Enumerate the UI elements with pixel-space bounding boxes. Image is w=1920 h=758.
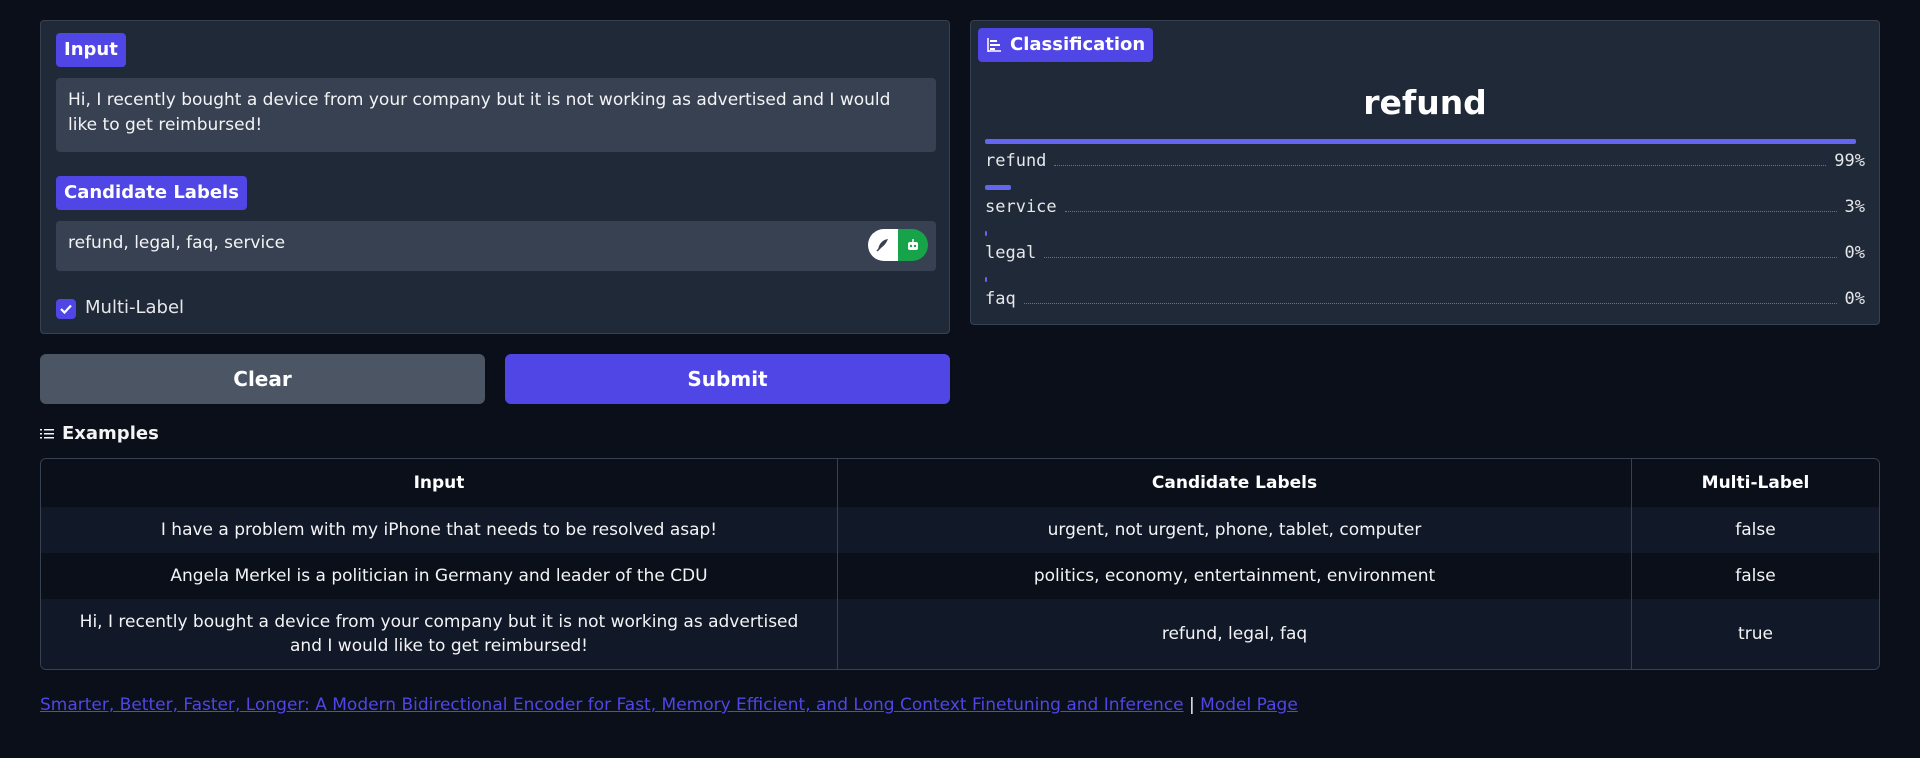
classification-panel: Classification refund refund 99% service… — [970, 20, 1880, 325]
confidence-row: faq 0% — [985, 277, 1865, 323]
checkmark-icon — [60, 304, 72, 315]
paper-link[interactable]: Smarter, Better, Faster, Longer: A Moder… — [40, 695, 1184, 715]
submit-button[interactable]: Submit — [505, 354, 950, 404]
examples-header: Examples — [40, 423, 159, 444]
example-labels-cell[interactable]: politics, economy, entertainment, enviro… — [838, 553, 1632, 599]
confidence-value: 99% — [1834, 151, 1865, 171]
example-labels-cell[interactable]: refund, legal, faq — [838, 599, 1632, 669]
example-multilabel-cell[interactable]: false — [1632, 507, 1879, 553]
list-icon — [40, 428, 54, 438]
footer-separator: | — [1189, 695, 1195, 715]
confidence-bar — [985, 231, 987, 236]
column-header-candidate-labels: Candidate Labels — [838, 459, 1632, 507]
classification-tag-label: Classification — [1010, 34, 1146, 55]
confidence-bar — [985, 139, 1857, 144]
example-labels-cell[interactable]: urgent, not urgent, phone, tablet, compu… — [838, 507, 1632, 553]
example-row[interactable]: Hi, I recently bought a device from your… — [41, 599, 1879, 669]
example-input-cell[interactable]: Angela Merkel is a politician in Germany… — [41, 553, 838, 599]
confidence-bar — [985, 277, 987, 282]
candidate-labels-value: refund, legal, faq, service — [68, 233, 286, 253]
candidate-labels-tag: Candidate Labels — [56, 176, 247, 210]
confidence-label: service — [985, 197, 1057, 217]
confidence-row: legal 0% — [985, 231, 1865, 277]
example-multilabel-cell[interactable]: false — [1632, 553, 1879, 599]
model-page-link[interactable]: Model Page — [1200, 695, 1298, 715]
examples-table: Input Candidate Labels Multi-Label I hav… — [40, 458, 1880, 670]
feather-icon[interactable] — [868, 229, 898, 261]
example-row[interactable]: I have a problem with my iPhone that nee… — [41, 507, 1879, 553]
mode-toggle[interactable] — [868, 229, 928, 261]
confidence-bar — [985, 185, 1012, 190]
confidence-value: 3% — [1844, 197, 1865, 217]
confidence-label: faq — [985, 289, 1016, 309]
multi-label-text: Multi-Label — [85, 297, 185, 318]
column-header-input: Input — [41, 459, 838, 507]
example-multilabel-cell[interactable]: true — [1632, 599, 1879, 669]
bar-chart-icon — [987, 38, 1001, 52]
confidence-label: legal — [985, 243, 1037, 263]
top-label: refund — [1363, 83, 1487, 122]
confidence-label: refund — [985, 151, 1047, 171]
confidence-row: refund 99% — [985, 139, 1865, 185]
confidence-value: 0% — [1844, 289, 1865, 309]
dotted-leader — [1064, 211, 1837, 212]
examples-title: Examples — [62, 423, 159, 444]
dotted-leader — [1023, 303, 1837, 304]
dotted-leader — [1054, 165, 1827, 166]
example-input-cell[interactable]: I have a problem with my iPhone that nee… — [41, 507, 838, 553]
robot-icon[interactable] — [898, 229, 928, 261]
confidence-row: service 3% — [985, 185, 1865, 231]
classification-tag: Classification — [978, 28, 1154, 62]
column-header-multi-label: Multi-Label — [1632, 459, 1879, 507]
candidate-labels-input[interactable]: refund, legal, faq, service — [56, 221, 936, 271]
example-row[interactable]: Angela Merkel is a politician in Germany… — [41, 553, 1879, 599]
clear-button[interactable]: Clear — [40, 354, 485, 404]
footer: Smarter, Better, Faster, Longer: A Moder… — [40, 695, 1298, 715]
input-tag: Input — [56, 33, 126, 67]
input-textarea[interactable]: Hi, I recently bought a device from your… — [56, 78, 936, 152]
confidence-value: 0% — [1844, 243, 1865, 263]
dotted-leader — [1044, 257, 1837, 258]
multi-label-checkbox[interactable] — [56, 299, 76, 319]
input-panel: Input Hi, I recently bought a device fro… — [40, 20, 950, 334]
example-input-cell[interactable]: Hi, I recently bought a device from your… — [41, 599, 838, 669]
